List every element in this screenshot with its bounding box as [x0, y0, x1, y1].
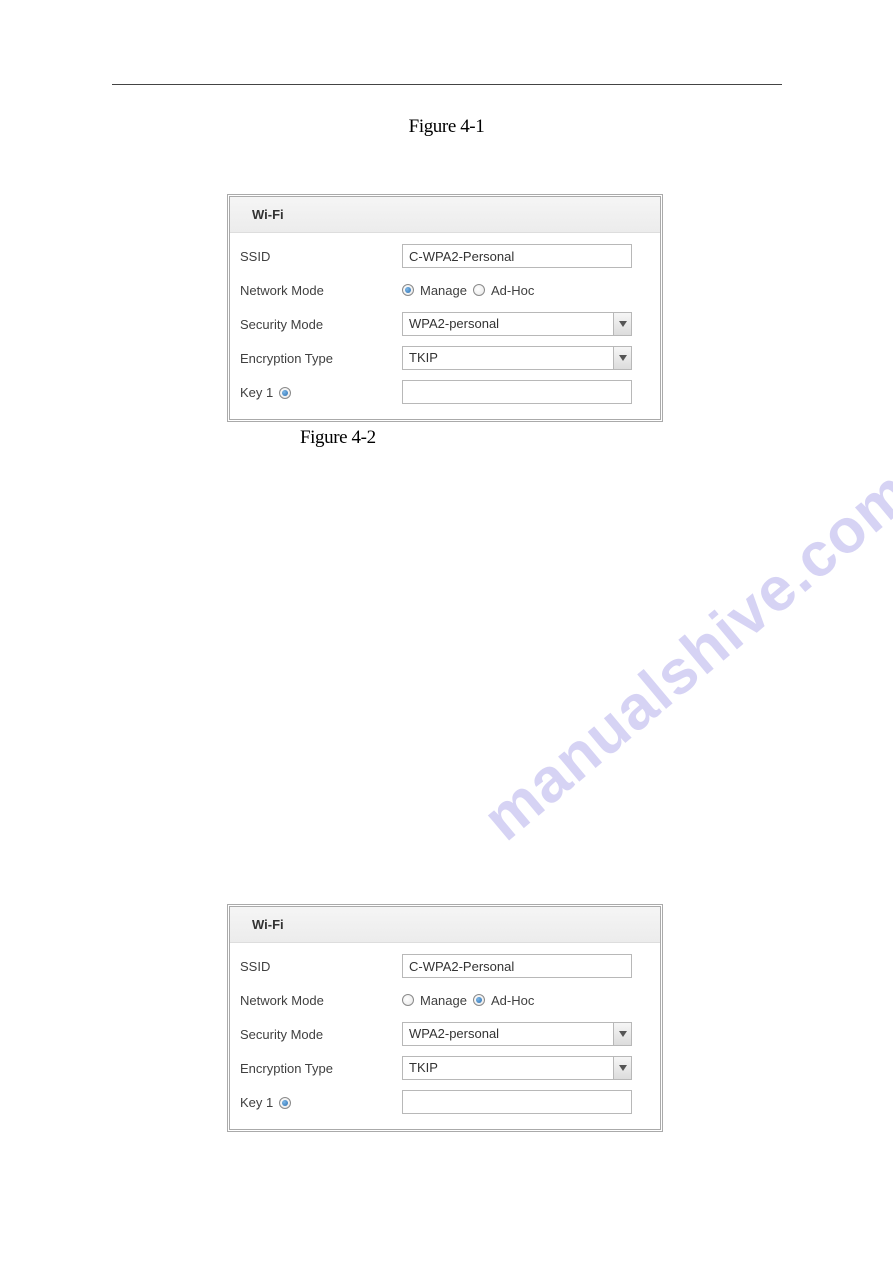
ssid-input[interactable] [402, 244, 632, 268]
panel-title: Wi-Fi [230, 907, 660, 943]
chevron-down-icon [613, 1057, 631, 1079]
watermark: manualshive.com [470, 456, 893, 854]
encryption-type-select[interactable]: TKIP [402, 1056, 632, 1080]
key1-radio[interactable] [279, 387, 291, 399]
security-mode-value: WPA2-personal [402, 312, 632, 336]
network-mode-adhoc-radio[interactable] [473, 994, 485, 1006]
key1-input[interactable] [402, 380, 632, 404]
encryption-type-value: TKIP [402, 1056, 632, 1080]
security-mode-label: Security Mode [240, 317, 402, 332]
ssid-label: SSID [240, 249, 402, 264]
key1-label: Key 1 [240, 385, 273, 400]
network-mode-label: Network Mode [240, 993, 402, 1008]
panel-body: SSID Network Mode Manage Ad-Hoc Security… [230, 943, 660, 1129]
network-mode-manage-radio[interactable] [402, 994, 414, 1006]
panel-body: SSID Network Mode Manage Ad-Hoc Security… [230, 233, 660, 419]
key1-input[interactable] [402, 1090, 632, 1114]
network-mode-manage-label: Manage [420, 283, 467, 298]
encryption-type-select[interactable]: TKIP [402, 346, 632, 370]
security-mode-value: WPA2-personal [402, 1022, 632, 1046]
chevron-down-icon [613, 347, 631, 369]
network-mode-adhoc-label: Ad-Hoc [491, 993, 534, 1008]
page-divider [112, 84, 782, 85]
figure-41-caption: Figure 4-1 [0, 116, 893, 138]
chevron-down-icon [613, 1023, 631, 1045]
network-mode-radio-group: Manage Ad-Hoc [402, 283, 650, 298]
wifi-settings-panel-1: Wi-Fi SSID Network Mode Manage Ad-Hoc Se… [227, 194, 663, 422]
security-mode-select[interactable]: WPA2-personal [402, 312, 632, 336]
encryption-type-value: TKIP [402, 346, 632, 370]
key1-label-row: Key 1 [240, 1095, 402, 1110]
ssid-label: SSID [240, 959, 402, 974]
key1-label: Key 1 [240, 1095, 273, 1110]
network-mode-adhoc-label: Ad-Hoc [491, 283, 534, 298]
ssid-input[interactable] [402, 954, 632, 978]
chevron-down-icon [613, 313, 631, 335]
network-mode-radio-group: Manage Ad-Hoc [402, 993, 650, 1008]
key1-radio[interactable] [279, 1097, 291, 1109]
security-mode-label: Security Mode [240, 1027, 402, 1042]
network-mode-adhoc-radio[interactable] [473, 284, 485, 296]
network-mode-manage-label: Manage [420, 993, 467, 1008]
key1-label-row: Key 1 [240, 385, 402, 400]
network-mode-manage-radio[interactable] [402, 284, 414, 296]
figure-42-caption: Figure 4-2 [300, 427, 376, 449]
encryption-type-label: Encryption Type [240, 1061, 402, 1076]
panel-title: Wi-Fi [230, 197, 660, 233]
network-mode-label: Network Mode [240, 283, 402, 298]
wifi-settings-panel-2: Wi-Fi SSID Network Mode Manage Ad-Hoc Se… [227, 904, 663, 1132]
encryption-type-label: Encryption Type [240, 351, 402, 366]
security-mode-select[interactable]: WPA2-personal [402, 1022, 632, 1046]
